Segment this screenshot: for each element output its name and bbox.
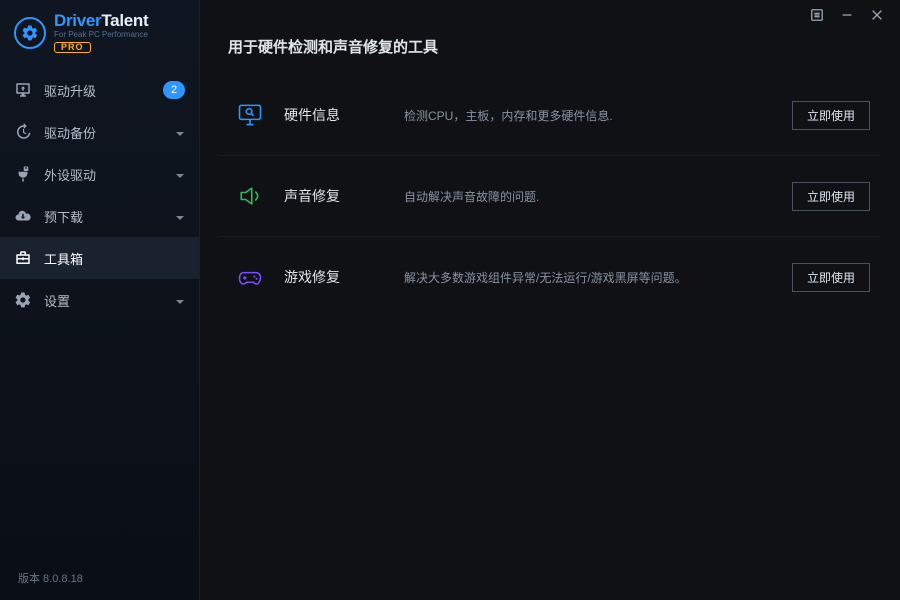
app-title: DriverTalent (54, 12, 148, 29)
tool-list: 硬件信息 检测CPU，主板，内存和更多硬件信息. 立即使用 声音修复 自动解决声… (200, 75, 900, 317)
use-now-button[interactable]: 立即使用 (792, 182, 870, 211)
app-title-word2: Talent (101, 11, 148, 30)
sidebar-item-label: 驱动备份 (44, 123, 96, 142)
tool-row-game-repair: 游戏修复 解决大多数游戏组件异常/无法运行/游戏黑屏等问题。 立即使用 (220, 237, 880, 317)
sidebar-item-driver-backup[interactable]: 驱动备份 (0, 111, 199, 153)
use-now-button[interactable]: 立即使用 (792, 101, 870, 130)
sidebar-item-label: 外设驱动 (44, 165, 96, 184)
app-title-word1: Driver (54, 11, 101, 30)
tool-name: 声音修复 (284, 186, 404, 206)
sidebar-item-toolbox[interactable]: 工具箱 (0, 237, 199, 279)
use-now-button[interactable]: 立即使用 (792, 263, 870, 292)
version-label: 版本 8.0.8.18 (0, 558, 199, 600)
tool-row-sound-repair: 声音修复 自动解决声音故障的问题. 立即使用 (220, 156, 880, 237)
close-icon[interactable] (868, 6, 886, 24)
cloud-download-icon (14, 207, 32, 225)
sidebar-item-label: 驱动升级 (44, 81, 96, 100)
settings-gear-icon (14, 291, 32, 309)
menu-icon[interactable] (808, 6, 826, 24)
tool-desc: 解决大多数游戏组件异常/无法运行/游戏黑屏等问题。 (404, 269, 792, 286)
tool-desc: 检测CPU，主板，内存和更多硬件信息. (404, 107, 792, 124)
toolbox-icon (14, 249, 32, 267)
speaker-icon (230, 176, 270, 216)
minimize-icon[interactable] (838, 6, 856, 24)
tool-name: 游戏修复 (284, 267, 404, 287)
sidebar-item-driver-update[interactable]: 驱动升级 2 (0, 69, 199, 111)
sidebar-item-label: 预下载 (44, 207, 83, 226)
main-area: 用于硬件检测和声音修复的工具 硬件信息 检测CPU，主板，内存和更多硬件信息. … (200, 0, 900, 600)
chevron-down-icon (175, 295, 185, 305)
tool-row-hardware-info: 硬件信息 检测CPU，主板，内存和更多硬件信息. 立即使用 (220, 75, 880, 156)
monitor-up-icon (14, 81, 32, 99)
sidebar: DriverTalent For Peak PC Performance PRO… (0, 0, 200, 600)
sidebar-item-settings[interactable]: 设置 (0, 279, 199, 321)
chevron-down-icon (175, 127, 185, 137)
usb-icon (14, 165, 32, 183)
sidebar-nav: 驱动升级 2 驱动备份 外设驱动 预下载 (0, 69, 199, 558)
pro-badge: PRO (54, 42, 91, 53)
update-count-badge: 2 (163, 81, 185, 99)
clock-backup-icon (14, 123, 32, 141)
monitor-search-icon (230, 95, 270, 135)
chevron-down-icon (175, 169, 185, 179)
gamepad-icon (230, 257, 270, 297)
app-subtitle: For Peak PC Performance (54, 31, 148, 39)
window-controls (794, 0, 900, 30)
sidebar-item-label: 工具箱 (44, 249, 83, 268)
sidebar-item-predownload[interactable]: 预下载 (0, 195, 199, 237)
chevron-down-icon (175, 211, 185, 221)
tool-name: 硬件信息 (284, 105, 404, 125)
tool-desc: 自动解决声音故障的问题. (404, 188, 792, 205)
gear-icon (14, 17, 46, 49)
app-logo: DriverTalent For Peak PC Performance PRO (0, 0, 199, 63)
sidebar-item-label: 设置 (44, 291, 70, 310)
sidebar-item-peripheral-drivers[interactable]: 外设驱动 (0, 153, 199, 195)
